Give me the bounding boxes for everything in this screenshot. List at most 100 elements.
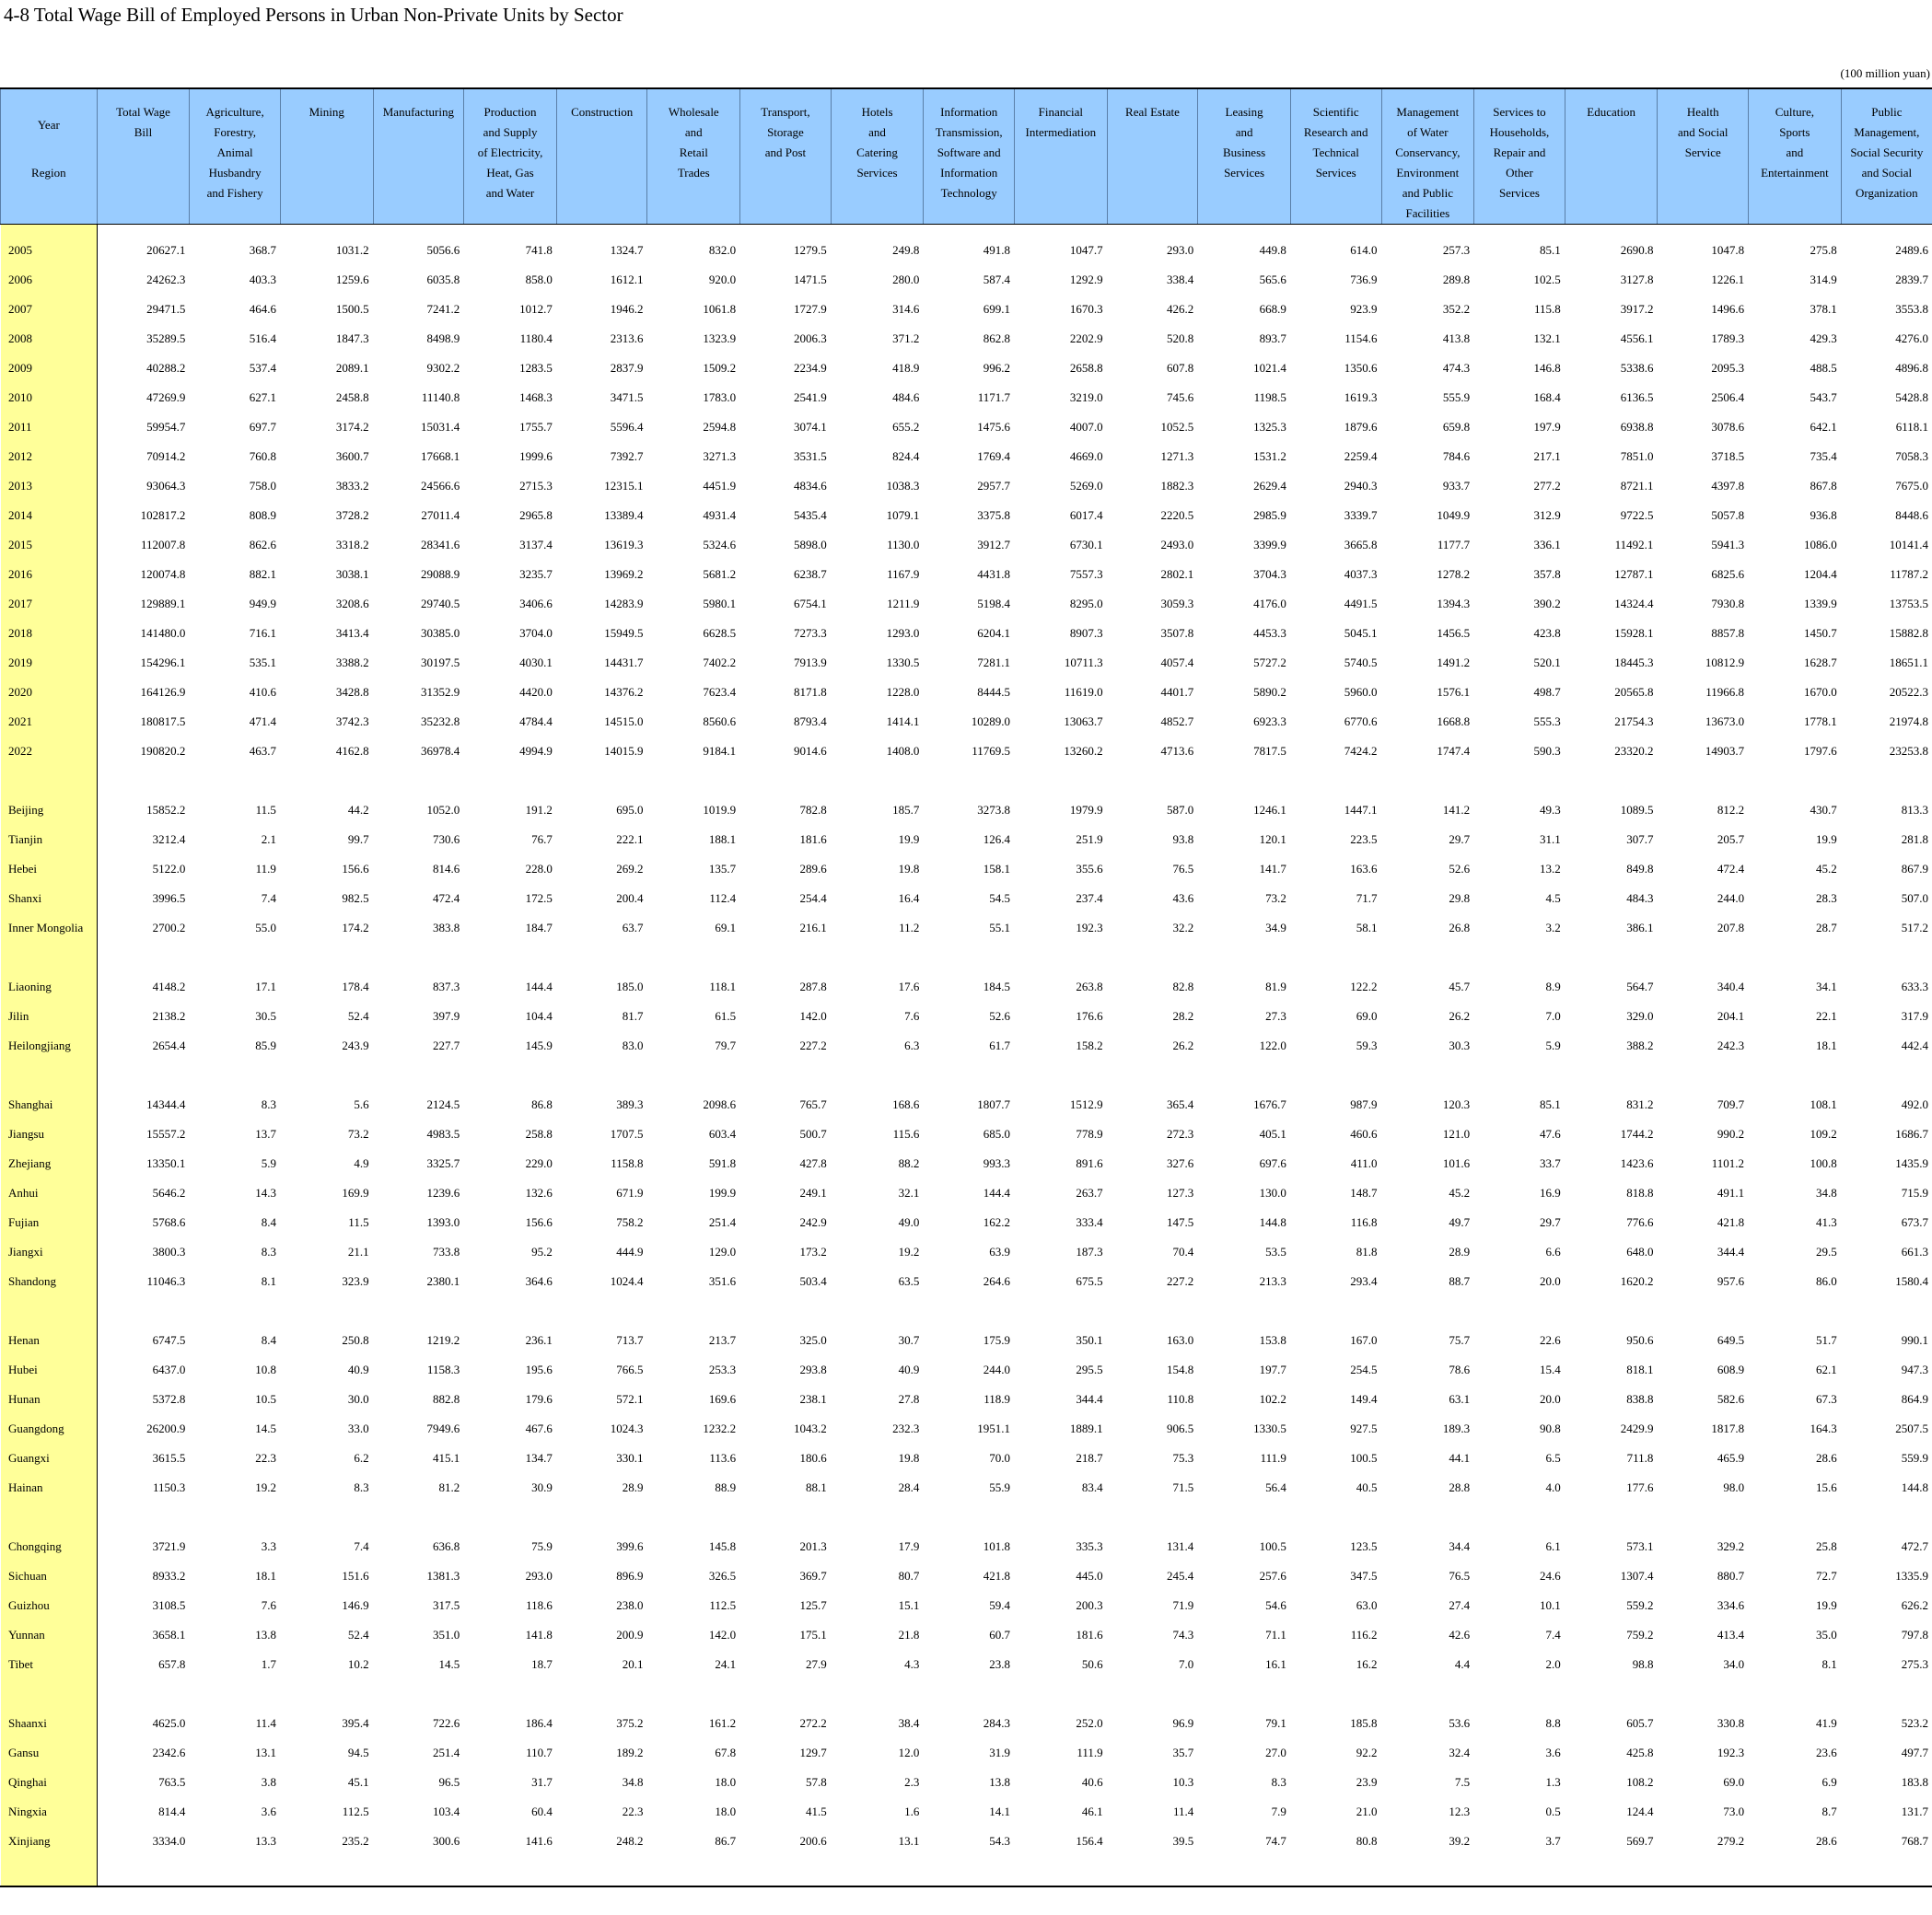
table-cell: 520.1 — [1533, 656, 1561, 669]
table-cell: 657.8 — [158, 1657, 186, 1671]
table-cell: 29471.5 — [146, 302, 186, 316]
table-cell: 168.6 — [892, 1097, 920, 1111]
table-cell: 818.8 — [1626, 1186, 1654, 1200]
table-cell: 7392.7 — [610, 449, 644, 463]
row-label: Xinjiang — [0, 1827, 98, 1856]
table-row: Jiangxi 3800.3 8.3 21.1 733.8 95.2 444.9 129.0 1… — [0, 1237, 1932, 1267]
table-cell: 2.0 — [1545, 1657, 1561, 1671]
table-cell: 111.9 — [1077, 1746, 1103, 1759]
column-header-line: Service — [1684, 145, 1721, 159]
table-cell: 3.8 — [261, 1775, 276, 1789]
table-cell: 43.6 — [1172, 891, 1194, 905]
table-cell: 4037.3 — [1344, 567, 1378, 581]
row-label: 2022 — [0, 737, 98, 766]
spacer-label-cell — [0, 1061, 98, 1090]
table-cell: 2429.9 — [1620, 1422, 1654, 1435]
table-cell: 427.8 — [799, 1156, 827, 1170]
table-row: 2010 47269.9 627.1 2458.8 11140.8 1468.3 3471.… — [0, 383, 1932, 412]
table-cell: 147.5 — [1167, 1215, 1194, 1229]
table-cell: 3137.4 — [519, 538, 553, 551]
table-cell: 3428.8 — [335, 685, 369, 699]
table-cell: 1012.7 — [519, 302, 553, 316]
table-cell: 41.5 — [805, 1805, 827, 1818]
table-cell: 982.5 — [342, 891, 369, 905]
table-cell: 120074.8 — [140, 567, 186, 581]
table-cell: 1325.3 — [1253, 420, 1286, 434]
table-cell: 29088.9 — [420, 567, 460, 581]
table-cell: 1393.0 — [426, 1215, 460, 1229]
table-cell: 464.6 — [249, 302, 276, 316]
table-cell: 5646.2 — [152, 1186, 186, 1200]
table-cell: 880.7 — [1717, 1569, 1745, 1583]
table-cell: 13.3 — [255, 1834, 276, 1848]
table-cell: 423.8 — [1533, 626, 1561, 640]
table-cell: 7557.3 — [1069, 567, 1103, 581]
table-cell: 69.0 — [1356, 1009, 1378, 1023]
table-cell: 543.7 — [1810, 390, 1837, 404]
table-cell: 15928.1 — [1614, 626, 1654, 640]
table-cell: 14344.4 — [146, 1097, 186, 1111]
table-cell: 26200.9 — [146, 1422, 186, 1435]
table-cell: 164126.9 — [140, 685, 186, 699]
table-cell: 17668.1 — [420, 449, 460, 463]
table-cell: 13969.2 — [604, 567, 644, 581]
spacer-row — [0, 1061, 1932, 1090]
table-cell: 45.1 — [347, 1775, 369, 1789]
table-cell: 47269.9 — [146, 390, 186, 404]
table-cell: 5740.5 — [1344, 656, 1378, 669]
column-header-line: Financial — [1038, 105, 1084, 119]
table-cell: 236.1 — [525, 1333, 553, 1347]
table-cell: 491.8 — [983, 243, 1010, 257]
table-cell: 713.7 — [616, 1333, 644, 1347]
row-label: 2008 — [0, 324, 98, 354]
column-header-line: Conservancy, — [1395, 145, 1461, 159]
table-cell: 3325.7 — [426, 1156, 460, 1170]
table-cell: 590.3 — [1533, 744, 1561, 758]
table-cell: 8.7 — [1821, 1805, 1837, 1818]
table-cell: 2700.2 — [152, 921, 186, 934]
table-cell: 7.5 — [1454, 1775, 1471, 1789]
table-cell: 51.7 — [1815, 1333, 1837, 1347]
table-cell: 10.5 — [255, 1392, 276, 1406]
table-cell: 15031.4 — [420, 420, 460, 434]
table-cell: 2965.8 — [519, 508, 553, 522]
table-cell: 83.0 — [622, 1039, 644, 1052]
column-header-line: Services — [1224, 166, 1265, 180]
table-cell: 6938.8 — [1620, 420, 1654, 434]
table-cell: 263.8 — [1076, 980, 1103, 993]
row-label: 2019 — [0, 648, 98, 678]
column-header: Public Management, Social Security and Soci… — [1840, 88, 1932, 225]
table-cell: 15882.8 — [1889, 626, 1928, 640]
table-cell: 237.4 — [1076, 891, 1103, 905]
table-cell: 11.5 — [348, 1215, 369, 1229]
table-cell: 685.0 — [983, 1127, 1010, 1141]
table-cell: 671.9 — [616, 1186, 644, 1200]
table-cell: 30.9 — [531, 1480, 553, 1494]
table-cell: 5.6 — [354, 1097, 369, 1111]
table-cell: 523.2 — [1901, 1716, 1928, 1730]
table-cell: 6.3 — [904, 1039, 920, 1052]
spacer-label-cell — [0, 943, 98, 972]
table-cell: 17.6 — [898, 980, 920, 993]
table-cell: 444.9 — [616, 1245, 644, 1259]
table-cell: 2259.4 — [1344, 449, 1378, 463]
table-cell: 163.6 — [1350, 862, 1378, 876]
table-cell: 7930.8 — [1711, 597, 1745, 610]
table-cell: 6238.7 — [793, 567, 827, 581]
table-cell: 180817.5 — [140, 714, 186, 728]
table-cell: 608.9 — [1717, 1363, 1745, 1376]
table-cell: 2234.9 — [793, 361, 827, 375]
table-cell: 6437.0 — [152, 1363, 186, 1376]
table-cell: 4162.8 — [335, 744, 369, 758]
table-cell: 49.7 — [1449, 1215, 1471, 1229]
table-cell: 27.8 — [898, 1392, 920, 1406]
row-label: 2017 — [0, 589, 98, 619]
table-cell: 565.6 — [1259, 273, 1286, 286]
table-cell: 79.7 — [715, 1039, 737, 1052]
table-cell: 2594.8 — [703, 420, 737, 434]
table-cell: 144.8 — [1901, 1480, 1928, 1494]
table-cell: 146.8 — [1533, 361, 1561, 375]
column-header-line: and Post — [764, 145, 807, 159]
table-cell: 86.0 — [1815, 1274, 1837, 1288]
table-cell: 4.0 — [1545, 1480, 1561, 1494]
